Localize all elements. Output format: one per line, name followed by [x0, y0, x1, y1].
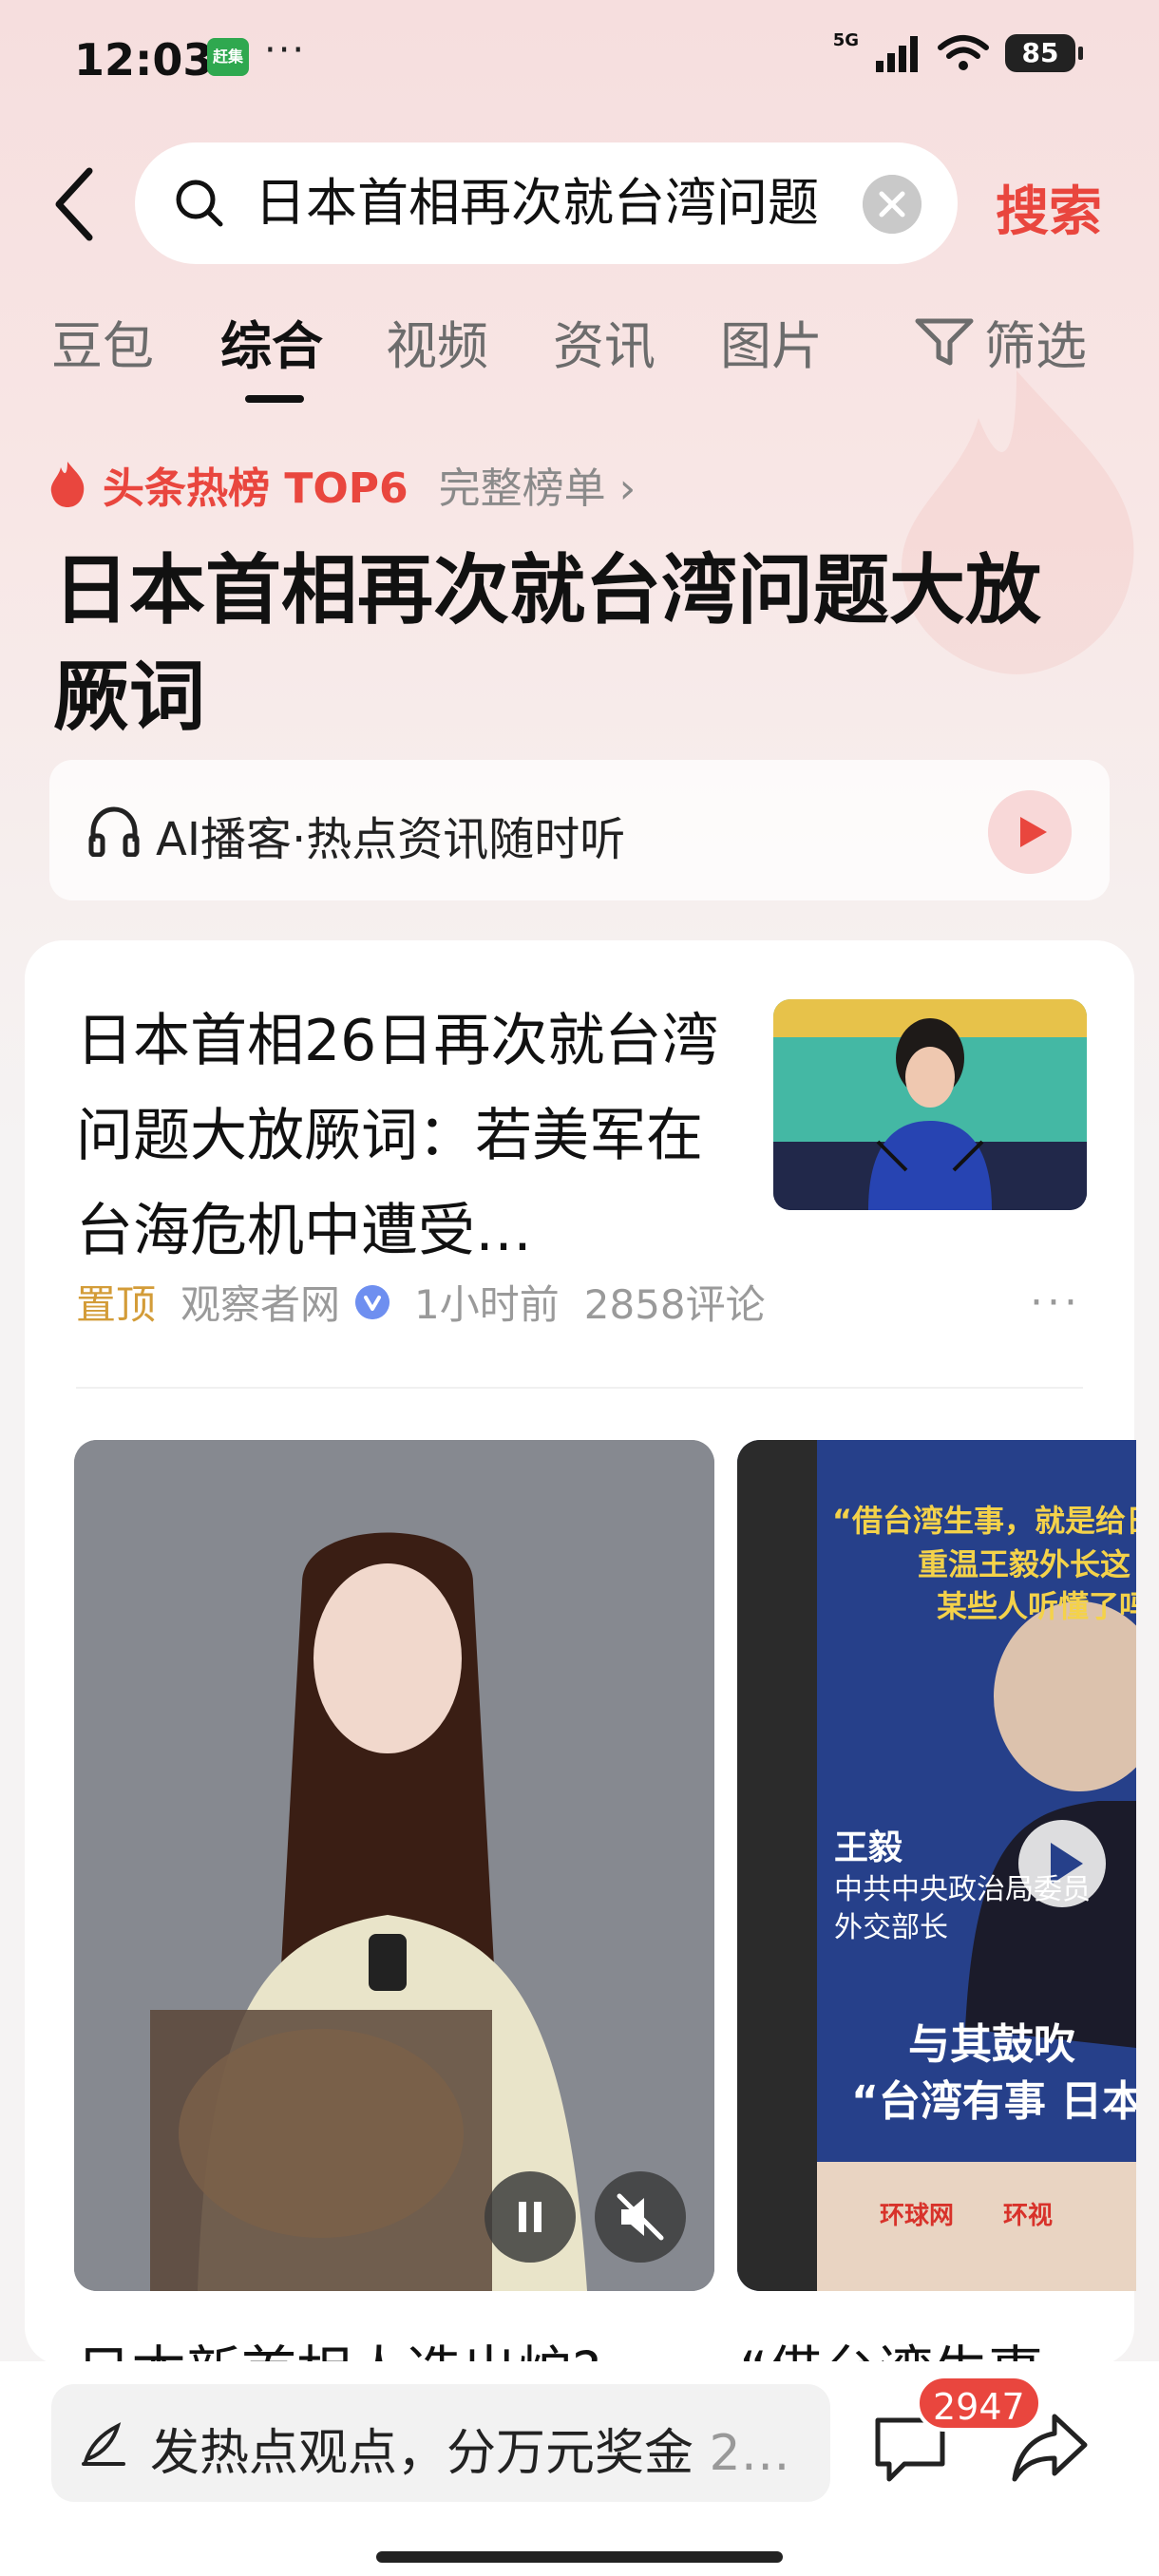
topic-title: 日本首相再次就台湾问题大放厥词: [53, 546, 1041, 741]
full-list-link[interactable]: 完整榜单 ›: [439, 454, 636, 515]
article-source[interactable]: 观察者网: [180, 1273, 340, 1331]
video-card-2[interactable]: “借台湾生事，就是给日 重温王毅外长这 某些人听懂了吗 王毅 中共中央政治局委员…: [737, 1440, 1136, 2291]
video-2-speaker: 王毅: [834, 1828, 903, 1867]
video-2-overlay-quote: “借台湾生事，就是给日: [832, 1503, 1136, 1539]
status-bar: 12:03 赶集 ··· 5G 85: [0, 0, 1159, 123]
play-icon[interactable]: [988, 790, 1072, 874]
tab-news[interactable]: 资讯: [553, 304, 656, 379]
comment-placeholder: 发热点观点，分万元奖金 2…: [150, 2413, 790, 2484]
status-time: 12:03: [74, 34, 214, 85]
article-meta: 置顶 观察者网 1小时前 2858评论: [76, 1273, 766, 1331]
verified-icon: [355, 1284, 390, 1319]
podcast-label: AI播客·热点资讯随时听: [156, 813, 626, 866]
more-options-icon[interactable]: ···: [1030, 1279, 1081, 1327]
video-2-caption1: 与其鼓吹: [908, 2020, 1075, 2069]
more-notifications-icon: ···: [264, 28, 307, 72]
video-2-role1: 中共中央政治局委员: [834, 1873, 1091, 1906]
article-time: 1小时前: [414, 1281, 560, 1328]
tab-video[interactable]: 视频: [386, 304, 488, 379]
ai-podcast-bar[interactable]: AI播客·热点资讯随时听: [49, 760, 1110, 900]
tab-doubao[interactable]: 豆包: [51, 304, 154, 379]
hot-list-label: 头条热榜 TOP6: [103, 464, 408, 513]
pause-icon[interactable]: [484, 2171, 576, 2263]
press-conference-image: [773, 999, 1087, 1210]
divider: [76, 1387, 1083, 1389]
video-2-logo1: 环球网: [880, 2202, 955, 2230]
signal-icon: [876, 36, 918, 72]
wifi-icon: [938, 35, 989, 70]
article-comments: 2858评论: [583, 1281, 766, 1328]
video-2-overlay-line3: 某些人听懂了吗: [937, 1588, 1136, 1624]
comment-placeholder-main: 发热点观点，分万元奖金: [150, 2425, 694, 2482]
clear-icon[interactable]: [863, 175, 922, 234]
video-2-caption2: “台湾有事 日本: [851, 2077, 1136, 2126]
flame-icon: [50, 462, 85, 507]
hot-list-row[interactable]: 头条热榜 TOP6 完整榜单 ›: [48, 454, 636, 515]
search-icon: [176, 180, 223, 227]
mute-icon[interactable]: [595, 2171, 686, 2263]
network-type: 5G: [832, 29, 859, 50]
active-tab-indicator: [245, 395, 304, 403]
video-2-logo2: 环视: [1003, 2202, 1054, 2230]
tab-all[interactable]: 综合: [220, 304, 323, 379]
pen-icon: [82, 2422, 125, 2466]
comment-placeholder-ext: 2…: [694, 2425, 790, 2482]
headphones-icon: [88, 806, 140, 857]
share-icon[interactable]: [1011, 2411, 1089, 2485]
search-button[interactable]: 搜索: [996, 169, 1102, 246]
result-card: 日本首相26日再次就台湾问题大放厥词：若美军在台海危机中遭受… 置顶 观察者网 …: [25, 940, 1136, 2404]
search-query[interactable]: 日本首相再次就台湾问题: [255, 171, 863, 236]
video-card-1[interactable]: [74, 1440, 714, 2291]
tab-images[interactable]: 图片: [720, 304, 823, 379]
video-2-overlay-line2: 重温王毅外长这: [918, 1546, 1131, 1582]
article-title[interactable]: 日本首相26日再次就台湾问题大放厥词：若美军在台海危机中遭受…: [76, 994, 741, 1279]
app-notification-icon: 赶集: [207, 38, 249, 76]
search-input[interactable]: 日本首相再次就台湾问题: [135, 142, 958, 264]
video-2-role2: 外交部长: [834, 1911, 948, 1944]
bottom-bar: 发热点观点，分万元奖金 2… 2947: [0, 2361, 1159, 2576]
video-1-image: [74, 1440, 714, 2291]
comment-input[interactable]: 发热点观点，分万元奖金 2…: [51, 2384, 830, 2502]
battery-icon: 85: [1005, 34, 1083, 72]
article-thumbnail[interactable]: [773, 999, 1087, 1210]
home-indicator[interactable]: [376, 2551, 783, 2563]
back-arrow-icon[interactable]: [48, 161, 104, 247]
pinned-tag: 置顶: [76, 1281, 157, 1328]
